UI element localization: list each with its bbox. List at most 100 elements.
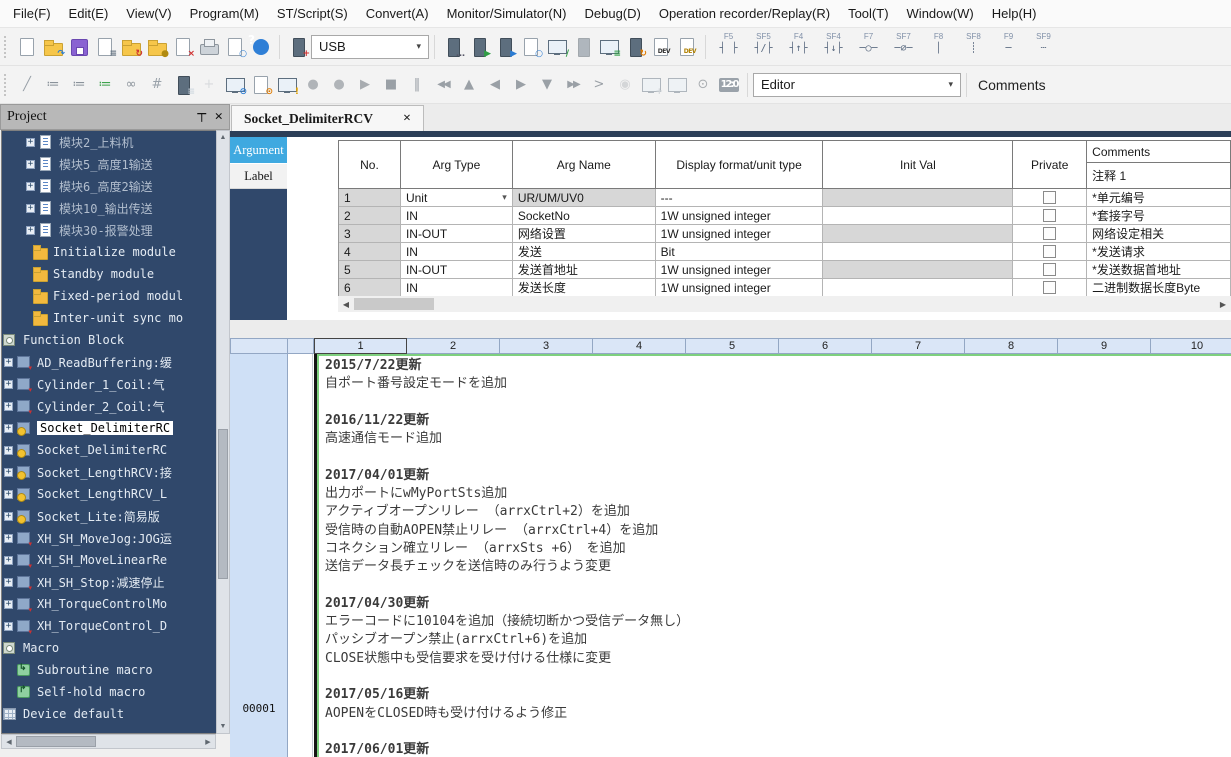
close-icon[interactable]: × xyxy=(214,109,223,126)
menu-tool-t[interactable]: Tool(T) xyxy=(839,0,897,28)
scroll-right-icon[interactable]: ▶ xyxy=(201,735,215,748)
expand-icon[interactable]: + xyxy=(26,204,35,213)
cell-init-val[interactable] xyxy=(823,189,1013,207)
project-tree-horizontal-scrollbar[interactable]: ◀ ▶ xyxy=(1,734,216,749)
ladder-block-icon[interactable]: # xyxy=(144,72,170,98)
fkey-f4[interactable]: F4┤↑├ xyxy=(781,32,816,62)
tree-item-xh-torquecontrolmo[interactable]: +XH_TorqueControlMo xyxy=(2,593,216,615)
tree-item-10[interactable]: +模块10_输出传送 xyxy=(2,197,216,219)
edit-list-icon[interactable]: ≔ xyxy=(92,72,118,98)
tree-item-subroutine-macro[interactable]: Subroutine macro xyxy=(2,659,216,681)
print-icon[interactable] xyxy=(196,34,222,60)
tree-item-2[interactable]: +模块2_上料机 xyxy=(2,131,216,153)
open-project-icon[interactable]: ↷ xyxy=(40,34,66,60)
menu-program-m[interactable]: Program(M) xyxy=(181,0,268,28)
tree-item-xh-sh-stop[interactable]: +XH_SH_Stop:减速停止 xyxy=(2,571,216,593)
tree-item-self-hold-macro[interactable]: Self-hold macro xyxy=(2,681,216,703)
step-up-icon[interactable]: ▲ xyxy=(456,72,482,98)
cell-arg-type[interactable]: IN-OUT xyxy=(401,225,513,243)
expand-icon[interactable]: + xyxy=(4,380,13,389)
private-checkbox[interactable] xyxy=(1043,209,1056,222)
connection-setup-icon[interactable]: + xyxy=(285,34,311,60)
close-icon[interactable]: × xyxy=(403,111,411,127)
fkey-f8[interactable]: F8│ xyxy=(921,32,956,62)
save-project-icon[interactable] xyxy=(66,34,92,60)
fkey-f7[interactable]: F7─○─ xyxy=(851,32,886,62)
skip-to-start-icon[interactable]: ◀◀ xyxy=(430,72,456,98)
cell-comment[interactable]: 二进制数据长度Byte xyxy=(1087,279,1231,297)
stop-icon[interactable]: ■ xyxy=(378,72,404,98)
verify-icon[interactable]: ○ xyxy=(518,34,544,60)
tree-item-macro[interactable]: Macro xyxy=(2,637,216,659)
cell-no[interactable]: 1 xyxy=(339,189,401,207)
pin-icon[interactable]: ⊢ xyxy=(194,112,209,122)
fkey-sf8[interactable]: SF8┊ xyxy=(956,32,991,62)
cell-comment[interactable]: *发送数据首地址 xyxy=(1087,261,1231,279)
editor-mode-select[interactable]: Editor ▾ xyxy=(753,73,961,97)
hand-pause-icon[interactable]: + xyxy=(638,72,664,98)
cell-comment[interactable]: *单元编号 xyxy=(1087,189,1231,207)
private-checkbox[interactable] xyxy=(1043,191,1056,204)
toolbar-grip[interactable] xyxy=(4,74,10,96)
scrollbar-thumb[interactable] xyxy=(218,429,228,579)
device-memory-icon[interactable]: DEV xyxy=(674,34,700,60)
cell-arg-name[interactable]: 网络设置 xyxy=(513,225,656,243)
time-display-icon[interactable]: 12:0 xyxy=(716,72,742,98)
expand-icon[interactable]: + xyxy=(4,578,13,587)
transfer-comment-icon[interactable]: … xyxy=(440,34,466,60)
tree-item-fixed-period-modul[interactable]: Fixed-period modul xyxy=(2,285,216,307)
rung-comment-block[interactable]: 2015/7/22更新自ポート番号設定モードを追加2016/11/22更新高速通… xyxy=(325,357,1231,757)
protect-project-icon[interactable]: ● xyxy=(144,34,170,60)
expand-icon[interactable]: + xyxy=(4,600,13,609)
scrollbar-thumb[interactable] xyxy=(354,298,434,310)
menu-debug-d[interactable]: Debug(D) xyxy=(575,0,649,28)
scroll-left-icon[interactable]: ◀ xyxy=(2,735,16,748)
cell-init-val[interactable] xyxy=(823,243,1013,261)
menu-help-h[interactable]: Help(H) xyxy=(983,0,1046,28)
cell-comment[interactable]: *发送请求 xyxy=(1087,243,1231,261)
menu-monitor-simulator-n[interactable]: Monitor/Simulator(N) xyxy=(438,0,576,28)
new-project-icon[interactable] xyxy=(14,34,40,60)
read-from-plc-icon[interactable]: ▶ xyxy=(492,34,518,60)
table-monitor-icon[interactable]: ≡ xyxy=(596,34,622,60)
tree-item-ad-readbuffering[interactable]: +AD_ReadBuffering:缓 xyxy=(2,351,216,373)
step-back-icon[interactable]: ◀ xyxy=(482,72,508,98)
cell-display-format[interactable]: 1W unsigned integer xyxy=(656,207,824,225)
expand-icon[interactable]: + xyxy=(26,182,35,191)
scrollbar-thumb[interactable] xyxy=(16,736,96,747)
watch-pc-icon[interactable]: ⊙ xyxy=(222,72,248,98)
connection-target-select[interactable]: USB ▾ xyxy=(311,35,429,59)
delete-ladder-icon[interactable]: × xyxy=(170,34,196,60)
step-forward-icon[interactable]: ▶ xyxy=(508,72,534,98)
menu-operation-recorder-replay-r[interactable]: Operation recorder/Replay(R) xyxy=(650,0,839,28)
menu-edit-e[interactable]: Edit(E) xyxy=(60,0,118,28)
drag-move-icon[interactable]: + xyxy=(196,72,222,98)
cell-display-format[interactable]: 1W unsigned integer xyxy=(656,261,824,279)
cell-comment[interactable]: *套接字号 xyxy=(1087,207,1231,225)
tree-item-socket-lengthrcv-l[interactable]: +Socket_LengthRCV_L xyxy=(2,483,216,505)
tree-item-socket-lite[interactable]: +Socket_Lite:简易版 xyxy=(2,505,216,527)
cell-comment[interactable]: 网络设定相关 xyxy=(1087,225,1231,243)
cell-no[interactable]: 6 xyxy=(339,279,401,297)
tab-argument[interactable]: Argument xyxy=(230,137,287,163)
tree-item-socket-delimiterrc[interactable]: +Socket_DelimiterRC xyxy=(2,417,216,439)
expand-icon[interactable]: + xyxy=(4,358,13,367)
cell-display-format[interactable]: 1W unsigned integer xyxy=(656,279,824,297)
private-checkbox[interactable] xyxy=(1043,263,1056,276)
chevron-down-icon[interactable]: ▾ xyxy=(502,192,507,203)
pc-small-icon[interactable] xyxy=(664,72,690,98)
scroll-up-icon[interactable]: ▲ xyxy=(217,131,229,144)
tree-item-initialize-module[interactable]: Initialize module xyxy=(2,241,216,263)
cell-arg-name[interactable]: UR/UM/UV0 xyxy=(513,189,656,207)
project-tree-vertical-scrollbar[interactable]: ▲ ▼ xyxy=(216,130,230,734)
expand-icon[interactable]: + xyxy=(4,534,13,543)
expand-icon[interactable]: + xyxy=(4,490,13,499)
cell-arg-type[interactable]: Unit▾ xyxy=(401,189,513,207)
step-down-icon[interactable]: ▼ xyxy=(534,72,560,98)
expand-icon[interactable]: + xyxy=(26,138,35,147)
skip-to-end-icon[interactable]: ▶▶ xyxy=(560,72,586,98)
menu-window-w[interactable]: Window(W) xyxy=(898,0,983,28)
record-stop-icon[interactable]: ● xyxy=(326,72,352,98)
stopwatch-icon[interactable]: ⊙ xyxy=(690,72,716,98)
tree-item-socket-lengthrcv[interactable]: +Socket_LengthRCV:接 xyxy=(2,461,216,483)
